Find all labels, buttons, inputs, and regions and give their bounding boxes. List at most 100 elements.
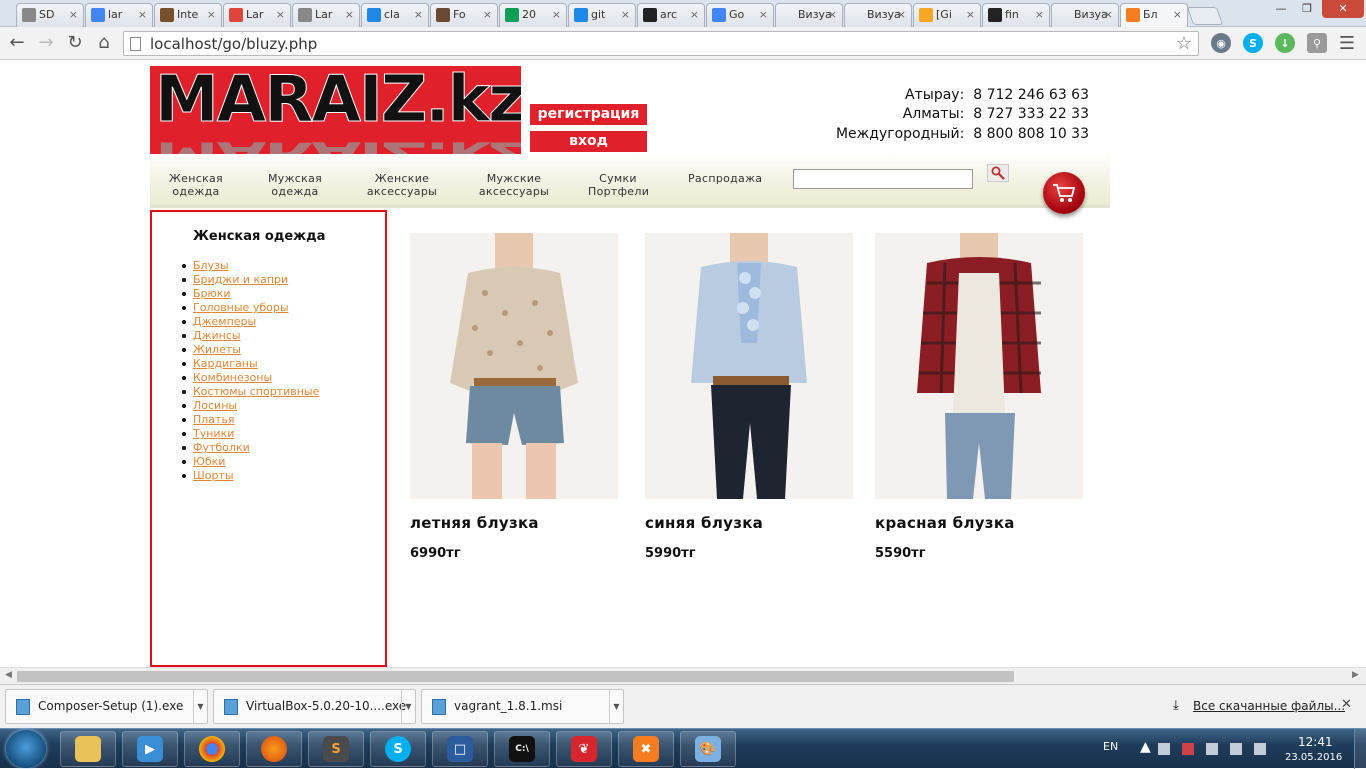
taskbar-cmd[interactable]: C:\ (494, 731, 550, 767)
scroll-right-icon[interactable]: ▶ (1352, 670, 1359, 680)
category-link[interactable]: Джинсы (193, 329, 241, 342)
category-link[interactable]: Юбки (193, 455, 225, 468)
browser-tab[interactable]: [Gi × (913, 3, 981, 27)
nav-women-accessories[interactable]: Женские аксессуары (366, 172, 438, 198)
product-photo[interactable] (875, 233, 1083, 499)
category-link[interactable]: Лосины (193, 399, 237, 412)
chevron-down-icon[interactable]: ▼ (609, 690, 623, 723)
cart-button[interactable] (1043, 172, 1085, 214)
category-link[interactable]: Джемперы (193, 315, 256, 328)
tab-close-icon[interactable]: × (690, 4, 699, 26)
nav-men-clothing[interactable]: Мужская одежда (266, 172, 324, 198)
battery-icon[interactable] (1254, 743, 1266, 755)
start-button[interactable] (6, 730, 46, 768)
product-photo[interactable] (645, 233, 853, 499)
search-input[interactable] (793, 169, 973, 189)
product-name[interactable]: синяя блузка (645, 514, 763, 532)
taskbar-explorer[interactable] (60, 731, 116, 767)
browser-tab[interactable]: 20 × (499, 3, 567, 27)
category-link[interactable]: Блузы (193, 259, 229, 272)
tab-close-icon[interactable]: × (828, 4, 837, 26)
product-name[interactable]: летняя блузка (410, 514, 539, 532)
tab-close-icon[interactable]: × (897, 4, 906, 26)
download-item[interactable]: VirtualBox-5.0.20-10....exe ▼ (213, 689, 416, 724)
browser-tab[interactable]: Lar × (223, 3, 291, 27)
login-button[interactable]: вход (530, 131, 647, 152)
forward-icon[interactable]: → (35, 32, 57, 54)
tab-close-icon[interactable]: × (414, 4, 423, 26)
taskbar-app-red[interactable]: ❦ (556, 731, 612, 767)
home-icon[interactable]: ⌂ (93, 32, 115, 54)
taskbar-skype[interactable]: S (370, 731, 426, 767)
tab-close-icon[interactable]: × (276, 4, 285, 26)
chevron-down-icon[interactable]: ▼ (193, 690, 207, 723)
product-card[interactable]: летняя блузка 6990тг (410, 233, 618, 561)
browser-tab[interactable]: lar × (85, 3, 153, 27)
horizontal-scrollbar[interactable]: ◀ ▶ (0, 667, 1366, 684)
skype-icon[interactable]: S (1243, 33, 1263, 53)
browser-tab[interactable]: Визуа × (844, 3, 912, 27)
new-tab-button[interactable] (1186, 7, 1224, 25)
chevron-down-icon[interactable]: ▼ (401, 690, 415, 723)
download-item[interactable]: vagrant_1.8.1.msi ▼ (421, 689, 624, 724)
scrollbar-thumb[interactable] (17, 671, 1014, 682)
register-button[interactable]: регистрация (530, 104, 647, 125)
tab-close-icon[interactable]: × (552, 4, 561, 26)
tab-close-icon[interactable]: × (69, 4, 78, 26)
browser-tab[interactable]: git × (568, 3, 636, 27)
product-card[interactable]: красная блузка 5590тг (875, 233, 1083, 561)
category-link[interactable]: Бриджи и капри (193, 273, 288, 286)
category-link[interactable]: Платья (193, 413, 235, 426)
tray-expand-icon[interactable]: ▲ (1140, 739, 1151, 755)
tab-close-icon[interactable]: × (966, 4, 975, 26)
taskbar-virtualbox[interactable]: □ (432, 731, 488, 767)
windows-flag-icon[interactable] (1158, 743, 1170, 755)
browser-tab[interactable]: Inte × (154, 3, 222, 27)
browser-tab[interactable]: Визуа × (1051, 3, 1119, 27)
taskbar-xampp[interactable]: ✖ (618, 731, 674, 767)
nav-sale[interactable]: Распродажа (688, 172, 762, 185)
eye-extension-icon[interactable]: ◉ (1211, 33, 1231, 53)
tab-close-icon[interactable]: × (621, 4, 630, 26)
browser-tab[interactable]: Бл × (1120, 3, 1188, 27)
product-card[interactable]: синяя блузка 5990тг (645, 233, 853, 561)
browser-tab[interactable]: fin × (982, 3, 1050, 27)
category-link[interactable]: Комбинезоны (193, 371, 272, 384)
reload-icon[interactable]: ↻ (64, 32, 86, 54)
action-center-icon[interactable] (1182, 743, 1194, 755)
address-bar[interactable]: localhost/go/bluzy.php ☆ (123, 31, 1199, 56)
search-button[interactable] (987, 164, 1009, 182)
tab-close-icon[interactable]: × (207, 4, 216, 26)
back-icon[interactable]: ← (6, 32, 28, 54)
clock-time[interactable]: 12:41 (1298, 735, 1333, 749)
bookmark-star-icon[interactable]: ☆ (1176, 33, 1192, 54)
download-extension-icon[interactable]: ↓ (1275, 33, 1295, 53)
taskbar-firefox[interactable] (246, 731, 302, 767)
taskbar-chrome[interactable] (184, 731, 240, 767)
download-item[interactable]: Composer-Setup (1).exe ▼ (5, 689, 208, 724)
taskbar-paint[interactable]: 🎨 (680, 731, 736, 767)
tab-close-icon[interactable]: × (345, 4, 354, 26)
close-window-button[interactable]: ✕ (1322, 0, 1364, 18)
browser-tab[interactable]: Go × (706, 3, 774, 27)
address-url[interactable]: localhost/go/bluzy.php (150, 35, 317, 53)
browser-tab[interactable]: Fo × (430, 3, 498, 27)
tab-close-icon[interactable]: × (1035, 4, 1044, 26)
nav-women-clothing[interactable]: Женская одежда (168, 172, 224, 198)
browser-tab[interactable]: Визуа × (775, 3, 843, 27)
nav-men-accessories[interactable]: Мужские аксессуары (478, 172, 550, 198)
category-link[interactable]: Жилеты (193, 343, 241, 356)
volume-icon[interactable] (1230, 743, 1242, 755)
category-link[interactable]: Кардиганы (193, 357, 258, 370)
restore-button[interactable]: ❐ (1294, 0, 1320, 18)
browser-tab[interactable]: SD × (16, 3, 84, 27)
language-indicator[interactable]: EN (1103, 740, 1118, 753)
category-link[interactable]: Футболки (193, 441, 250, 454)
tab-close-icon[interactable]: × (138, 4, 147, 26)
category-link[interactable]: Костюмы спортивные (193, 385, 319, 398)
product-name[interactable]: красная блузка (875, 514, 1015, 532)
site-logo[interactable]: MARAIZ.kz MARAIZ.kz (150, 66, 521, 154)
tab-close-icon[interactable]: × (483, 4, 492, 26)
tab-close-icon[interactable]: × (1173, 4, 1182, 26)
category-link[interactable]: Туники (193, 427, 234, 440)
